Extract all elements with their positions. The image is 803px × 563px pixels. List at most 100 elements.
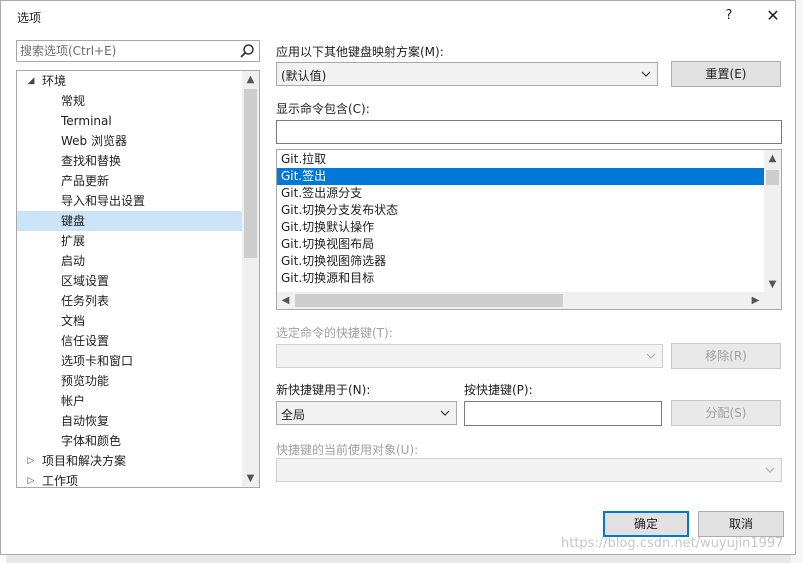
watermark-text: https://blog.csdn.net/wuyujin1997 [561, 536, 784, 551]
tree-item-label: 启动 [61, 254, 86, 268]
tree-item[interactable]: Terminal [17, 111, 242, 131]
command-item[interactable]: Git.切换分支发布状态 [277, 202, 764, 219]
tree-item[interactable]: 产品更新 [17, 171, 242, 191]
tree-item[interactable]: 导入和导出设置 [17, 191, 242, 211]
scroll-down-icon[interactable]: ▼ [764, 276, 781, 293]
mapping-scheme-label: 应用以下其他键盘映射方案(M): [276, 45, 444, 59]
tree-item-label: 扩展 [61, 234, 86, 248]
options-tree: ◢ 环境常规 Terminal Web 浏览器 查找和替换产品更新导入和导出设置键盘扩展… [16, 70, 260, 488]
assign-button[interactable]: 分配(S) [671, 400, 781, 426]
cancel-button[interactable]: 取消 [698, 511, 784, 537]
command-item[interactable]: Git.切换视图筛选器 [277, 253, 764, 270]
tree-item[interactable]: 扩展 [17, 231, 242, 251]
tree-item[interactable]: 帐户 [17, 391, 242, 411]
command-item[interactable]: Git.切换视图布局 [277, 236, 764, 253]
tree-item[interactable]: Web 浏览器 [17, 131, 242, 151]
search-box [16, 40, 260, 62]
tree-item[interactable]: ▷ 工作项 [17, 471, 242, 488]
shortcuts-for-selected-label: 选定命令的快捷键(T): [276, 326, 393, 340]
tree-item-label: 区域设置 [61, 274, 110, 288]
command-item-label: Git.切换源和目标 [281, 271, 375, 285]
dialog-title: 选项 [17, 11, 42, 25]
show-commands-field [276, 120, 782, 144]
search-input[interactable] [20, 43, 230, 59]
tree-item-label: 常规 [61, 94, 86, 108]
search-icon[interactable] [239, 43, 255, 59]
scroll-up-icon[interactable]: ▲ [764, 150, 781, 167]
tree-item[interactable]: 常规 [17, 91, 242, 111]
expanded-arrow-icon[interactable]: ◢ [26, 71, 36, 91]
tree-item[interactable]: 选项卡和窗口 [17, 351, 242, 371]
tree-item-label: 产品更新 [61, 174, 110, 188]
tree-item-label: 选项卡和窗口 [61, 354, 134, 368]
close-button[interactable]: ✕ [761, 5, 785, 27]
tree-item[interactable]: 查找和替换 [17, 151, 242, 171]
command-item[interactable]: Git.切换源和目标 [277, 270, 764, 287]
command-item[interactable]: Git.拉取 [277, 151, 764, 168]
command-item-label: Git.切换默认操作 [281, 220, 375, 234]
tree-item[interactable]: 字体和颜色 [17, 431, 242, 451]
tree-item-label: 工作项 [42, 474, 79, 488]
tree-item-label: 自动恢复 [61, 414, 110, 428]
ok-button[interactable]: 确定 [603, 511, 689, 537]
chevron-down-icon [646, 353, 656, 359]
hscroll-thumb[interactable] [295, 294, 563, 307]
use-new-shortcut-value: 全局 [281, 408, 306, 422]
collapsed-arrow-icon[interactable]: ▷ [26, 471, 36, 487]
scroll-down-icon[interactable]: ▼ [242, 470, 259, 487]
scroll-thumb[interactable] [766, 170, 779, 185]
command-list-scrollbar[interactable]: ▲ ▼ [764, 150, 781, 293]
remove-button[interactable]: 移除(R) [671, 343, 781, 369]
scroll-left-icon[interactable]: ◀ [277, 292, 294, 309]
tree-item[interactable]: 信任设置 [17, 331, 242, 351]
tree-item-label: 预览功能 [61, 374, 110, 388]
command-item-label: Git.切换分支发布状态 [281, 203, 399, 217]
tree-scrollbar[interactable]: ▲ ▼ [242, 71, 259, 487]
show-commands-input[interactable] [280, 124, 776, 140]
tree-item-label: 键盘 [61, 214, 86, 228]
mapping-scheme-dropdown[interactable]: (默认值) [276, 62, 658, 86]
scroll-corner [764, 292, 781, 309]
options-dialog: 选项 ? ✕ ◢ 环境常规 Terminal Web 浏览器查找和替换产品更新导入和导… [0, 0, 796, 555]
scroll-up-icon[interactable]: ▲ [242, 71, 259, 88]
tree-item[interactable]: ▷ 项目和解决方案 [17, 451, 242, 471]
tree-item-label: Terminal [61, 114, 112, 128]
scroll-right-icon[interactable]: ▶ [747, 292, 764, 309]
command-item[interactable]: Git.切换默认操作 [277, 219, 764, 236]
tree-item-label: 信任设置 [61, 334, 110, 348]
use-new-shortcut-label: 新快捷键用于(N): [276, 383, 371, 397]
tree-item-label: 帐户 [61, 394, 86, 408]
tree-item[interactable]: ◢ 环境 [17, 71, 242, 91]
use-new-shortcut-dropdown[interactable]: 全局 [276, 401, 457, 425]
command-item-label: Git.签出源分支 [281, 186, 363, 200]
tree-item[interactable]: 启动 [17, 251, 242, 271]
tree-item[interactable]: 区域设置 [17, 271, 242, 291]
tree-item-label: 字体和颜色 [61, 434, 122, 448]
command-item-label: Git.切换视图筛选器 [281, 254, 387, 268]
command-list-hscrollbar[interactable]: ◀ ▶ [277, 292, 764, 309]
command-list: Git.拉取 Git.签出 Git.签出源分支 Git.切换分支发布状态 Git.切换默… [276, 149, 782, 310]
chevron-down-icon [765, 467, 775, 473]
command-item[interactable]: Git.签出 [277, 168, 764, 185]
tree-item[interactable]: 键盘 [17, 211, 242, 231]
title-bar: 选项 ? ✕ [1, 1, 797, 32]
tree-item[interactable]: 自动恢复 [17, 411, 242, 431]
tree-item-label: 文档 [61, 314, 86, 328]
help-button[interactable]: ? [717, 5, 741, 27]
tree-item-label: 任务列表 [61, 294, 110, 308]
scroll-thumb[interactable] [244, 89, 257, 258]
command-item-label: Git.签出 [281, 169, 327, 183]
press-keys-field [464, 401, 662, 426]
tree-item[interactable]: 预览功能 [17, 371, 242, 391]
currently-used-by-dropdown[interactable] [276, 458, 782, 482]
command-item[interactable]: Git.签出源分支 [277, 185, 764, 202]
press-keys-input[interactable] [468, 405, 656, 421]
tree-item[interactable]: 文档 [17, 311, 242, 331]
reset-button[interactable]: 重置(E) [671, 61, 781, 87]
press-keys-label: 按快捷键(P): [464, 383, 533, 397]
show-commands-label: 显示命令包含(C): [276, 102, 370, 116]
tree-item[interactable]: 任务列表 [17, 291, 242, 311]
shortcuts-for-selected-dropdown[interactable] [276, 344, 663, 368]
collapsed-arrow-icon[interactable]: ▷ [26, 451, 36, 471]
tree-item-label: 环境 [42, 74, 67, 88]
